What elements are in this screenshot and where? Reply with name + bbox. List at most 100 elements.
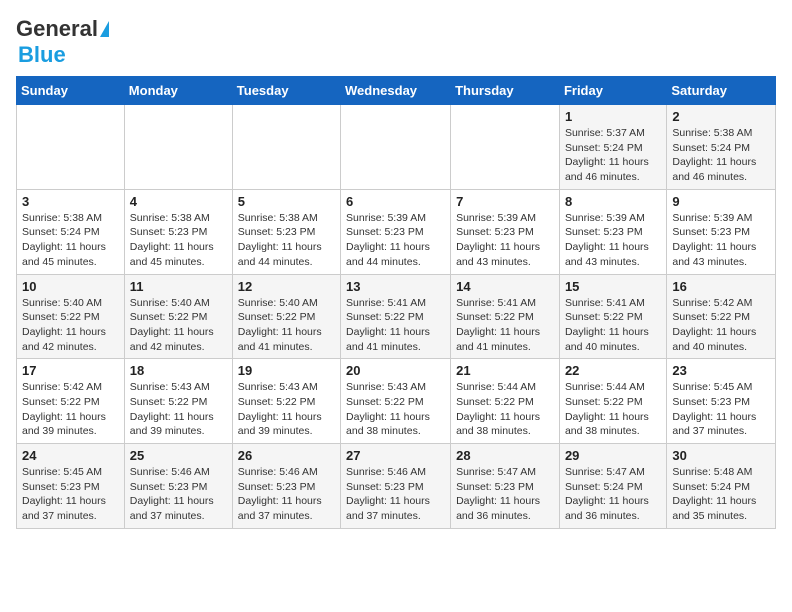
calendar-cell: 20Sunrise: 5:43 AM Sunset: 5:22 PM Dayli… [341,359,451,444]
calendar-cell: 30 Sunrise: 5:48 AM Sunset: 5:24 PM Dayli… [667,444,776,529]
day-info: Sunrise: 5:41 AM Sunset: 5:22 PM Dayligh… [565,296,661,355]
day-info: Sunrise: 5:45 AM Sunset: 5:23 PM Dayligh… [22,465,119,524]
day-number: 28 [456,448,554,463]
day-number: 15 [565,279,661,294]
day-number: 1 [565,109,661,124]
calendar-cell: 12 Sunrise: 5:40 AM Sunset: 5:22 PM Dayli… [232,274,340,359]
calendar-cell: 16 Sunrise: 5:42 AM Sunset: 5:22 PM Dayli… [667,274,776,359]
calendar-cell: 9Sunrise: 5:39 AM Sunset: 5:23 PM Daylig… [667,189,776,274]
day-number: 27 [346,448,445,463]
day-number: 21 [456,363,554,378]
day-info: Sunrise: 5:40 AM Sunset: 5:22 PM Dayligh… [22,296,119,355]
day-number: 2 [672,109,770,124]
calendar-cell: 17 Sunrise: 5:42 AM Sunset: 5:22 PM Dayli… [17,359,125,444]
day-info: Sunrise: 5:38 AM Sunset: 5:24 PM Dayligh… [672,126,770,185]
calendar-cell: 27 Sunrise: 5:46 AM Sunset: 5:23 PM Dayli… [341,444,451,529]
week-row-2: 3 Sunrise: 5:38 AM Sunset: 5:24 PM Daylig… [17,189,776,274]
day-info: Sunrise: 5:46 AM Sunset: 5:23 PM Dayligh… [130,465,227,524]
day-info: Sunrise: 5:43 AM Sunset: 5:22 PM Dayligh… [346,380,445,439]
day-number: 7 [456,194,554,209]
calendar-cell [232,105,340,190]
calendar-cell: 23Sunrise: 5:45 AM Sunset: 5:23 PM Dayli… [667,359,776,444]
days-of-week-row: SundayMondayTuesdayWednesdayThursdayFrid… [17,77,776,105]
day-info: Sunrise: 5:46 AM Sunset: 5:23 PM Dayligh… [238,465,335,524]
calendar-cell: 6 Sunrise: 5:39 AM Sunset: 5:23 PM Daylig… [341,189,451,274]
day-number: 12 [238,279,335,294]
calendar-cell: 13 Sunrise: 5:41 AM Sunset: 5:22 PM Dayli… [341,274,451,359]
day-info: Sunrise: 5:39 AM Sunset: 5:23 PM Dayligh… [456,211,554,270]
day-info: Sunrise: 5:44 AM Sunset: 5:22 PM Dayligh… [565,380,661,439]
day-number: 10 [22,279,119,294]
dow-saturday: Saturday [667,77,776,105]
day-number: 14 [456,279,554,294]
calendar-cell: 25 Sunrise: 5:46 AM Sunset: 5:23 PM Dayli… [124,444,232,529]
day-number: 17 [22,363,119,378]
logo-blue: Blue [18,42,66,68]
day-info: Sunrise: 5:38 AM Sunset: 5:24 PM Dayligh… [22,211,119,270]
day-info: Sunrise: 5:39 AM Sunset: 5:23 PM Dayligh… [346,211,445,270]
week-row-1: 1 Sunrise: 5:37 AM Sunset: 5:24 PM Daylig… [17,105,776,190]
day-info: Sunrise: 5:41 AM Sunset: 5:22 PM Dayligh… [346,296,445,355]
day-info: Sunrise: 5:41 AM Sunset: 5:22 PM Dayligh… [456,296,554,355]
calendar-cell: 1 Sunrise: 5:37 AM Sunset: 5:24 PM Daylig… [559,105,666,190]
week-row-4: 17 Sunrise: 5:42 AM Sunset: 5:22 PM Dayli… [17,359,776,444]
day-info: Sunrise: 5:47 AM Sunset: 5:23 PM Dayligh… [456,465,554,524]
dow-monday: Monday [124,77,232,105]
day-info: Sunrise: 5:48 AM Sunset: 5:24 PM Dayligh… [672,465,770,524]
day-number: 19 [238,363,335,378]
day-info: Sunrise: 5:40 AM Sunset: 5:22 PM Dayligh… [238,296,335,355]
day-number: 13 [346,279,445,294]
day-number: 25 [130,448,227,463]
day-number: 9 [672,194,770,209]
day-number: 16 [672,279,770,294]
calendar-cell [124,105,232,190]
day-number: 29 [565,448,661,463]
calendar-cell [17,105,125,190]
header: General Blue [16,16,776,68]
day-number: 22 [565,363,661,378]
dow-sunday: Sunday [17,77,125,105]
calendar-cell: 3 Sunrise: 5:38 AM Sunset: 5:24 PM Daylig… [17,189,125,274]
calendar-cell: 5Sunrise: 5:38 AM Sunset: 5:23 PM Daylig… [232,189,340,274]
day-info: Sunrise: 5:46 AM Sunset: 5:23 PM Dayligh… [346,465,445,524]
calendar-cell: 24 Sunrise: 5:45 AM Sunset: 5:23 PM Dayli… [17,444,125,529]
calendar-cell: 29 Sunrise: 5:47 AM Sunset: 5:24 PM Dayli… [559,444,666,529]
calendar-cell: 8 Sunrise: 5:39 AM Sunset: 5:23 PM Daylig… [559,189,666,274]
day-number: 18 [130,363,227,378]
day-number: 24 [22,448,119,463]
calendar-cell: 10 Sunrise: 5:40 AM Sunset: 5:22 PM Dayli… [17,274,125,359]
calendar-cell: 4 Sunrise: 5:38 AM Sunset: 5:23 PM Daylig… [124,189,232,274]
week-row-3: 10 Sunrise: 5:40 AM Sunset: 5:22 PM Dayli… [17,274,776,359]
dow-thursday: Thursday [451,77,560,105]
day-info: Sunrise: 5:43 AM Sunset: 5:22 PM Dayligh… [130,380,227,439]
day-number: 6 [346,194,445,209]
day-number: 3 [22,194,119,209]
day-info: Sunrise: 5:42 AM Sunset: 5:22 PM Dayligh… [672,296,770,355]
logo-triangle-icon [100,21,109,37]
dow-wednesday: Wednesday [341,77,451,105]
calendar-cell: 14 Sunrise: 5:41 AM Sunset: 5:22 PM Dayli… [451,274,560,359]
calendar-cell: 22 Sunrise: 5:44 AM Sunset: 5:22 PM Dayli… [559,359,666,444]
calendar-cell: 7 Sunrise: 5:39 AM Sunset: 5:23 PM Daylig… [451,189,560,274]
day-number: 4 [130,194,227,209]
logo: General Blue [16,16,109,68]
calendar-cell: 21Sunrise: 5:44 AM Sunset: 5:22 PM Dayli… [451,359,560,444]
day-number: 11 [130,279,227,294]
day-number: 8 [565,194,661,209]
day-number: 5 [238,194,335,209]
day-info: Sunrise: 5:47 AM Sunset: 5:24 PM Dayligh… [565,465,661,524]
day-info: Sunrise: 5:42 AM Sunset: 5:22 PM Dayligh… [22,380,119,439]
calendar-cell: 19Sunrise: 5:43 AM Sunset: 5:22 PM Dayli… [232,359,340,444]
day-info: Sunrise: 5:38 AM Sunset: 5:23 PM Dayligh… [130,211,227,270]
calendar-cell: 26 Sunrise: 5:46 AM Sunset: 5:23 PM Dayli… [232,444,340,529]
day-number: 26 [238,448,335,463]
day-info: Sunrise: 5:40 AM Sunset: 5:22 PM Dayligh… [130,296,227,355]
calendar: SundayMondayTuesdayWednesdayThursdayFrid… [16,76,776,529]
calendar-cell: 2 Sunrise: 5:38 AM Sunset: 5:24 PM Daylig… [667,105,776,190]
day-info: Sunrise: 5:37 AM Sunset: 5:24 PM Dayligh… [565,126,661,185]
day-number: 30 [672,448,770,463]
week-row-5: 24 Sunrise: 5:45 AM Sunset: 5:23 PM Dayli… [17,444,776,529]
calendar-cell: 18 Sunrise: 5:43 AM Sunset: 5:22 PM Dayli… [124,359,232,444]
calendar-cell [451,105,560,190]
day-info: Sunrise: 5:39 AM Sunset: 5:23 PM Dayligh… [565,211,661,270]
